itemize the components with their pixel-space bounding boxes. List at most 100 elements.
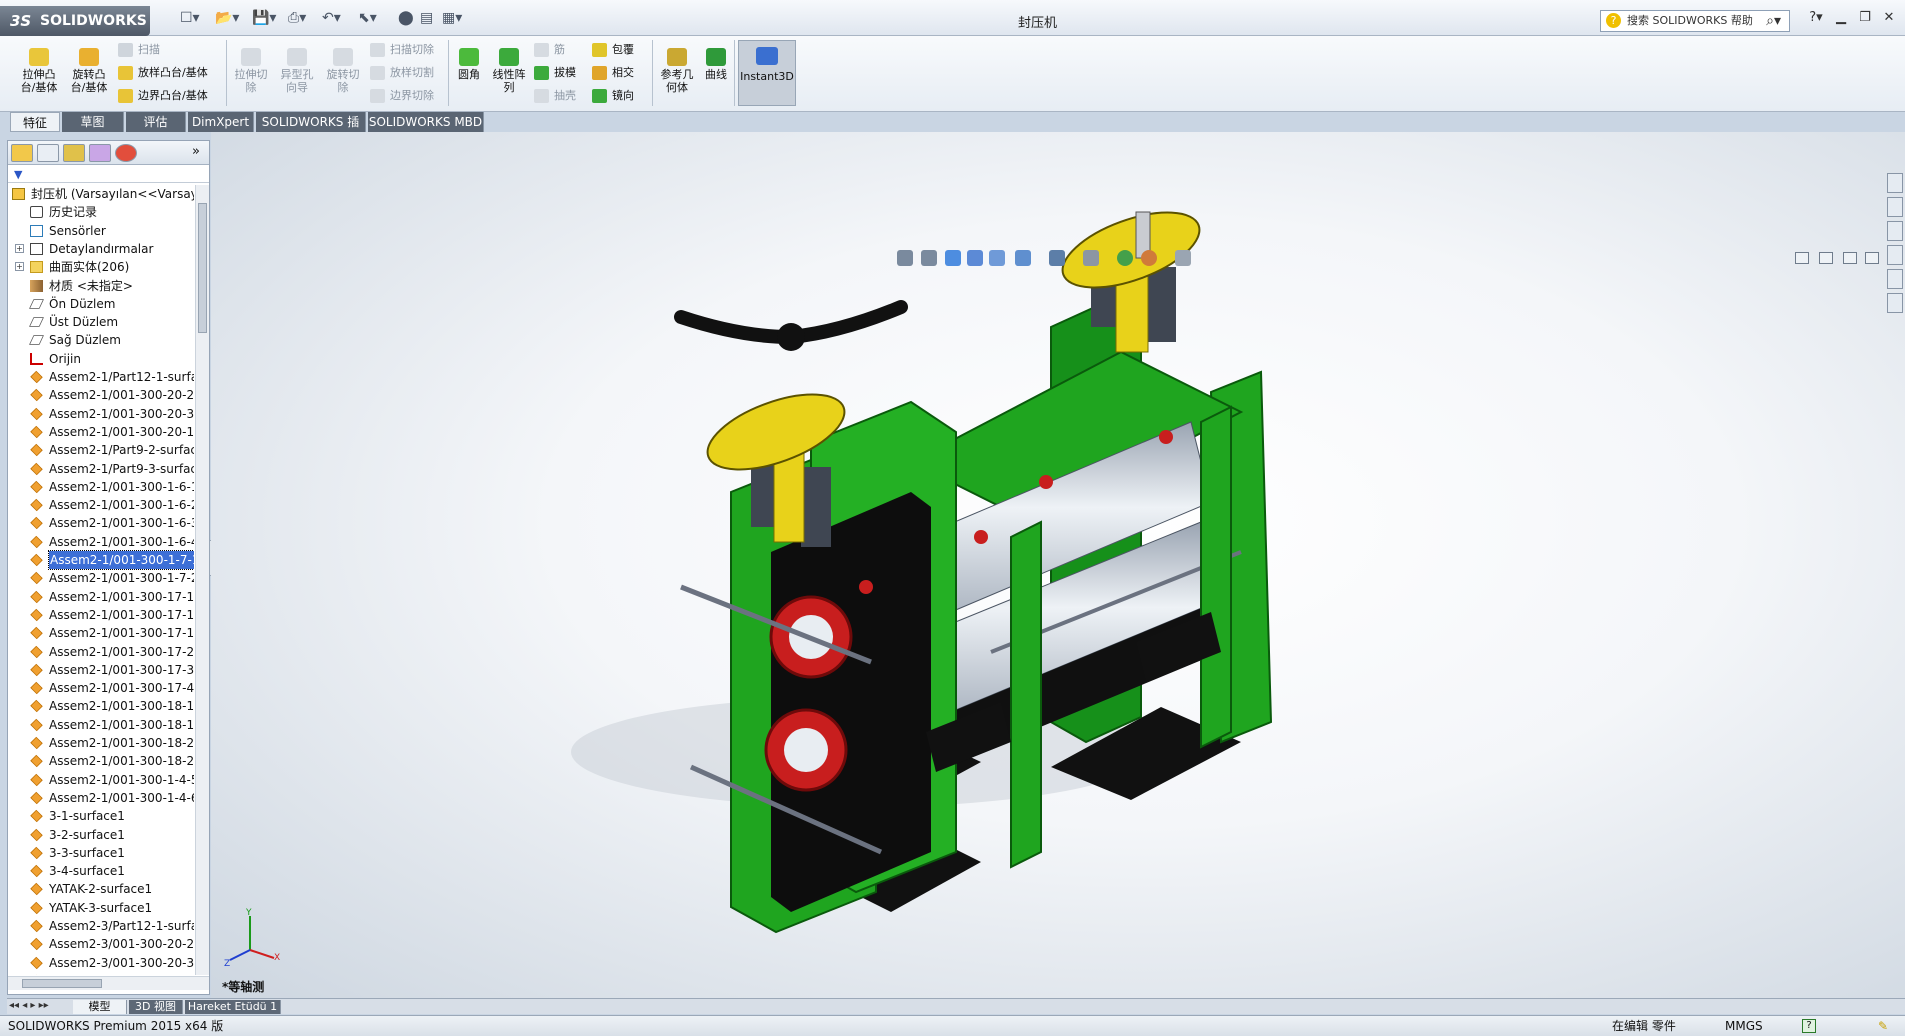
tree-item[interactable]: Assem2-1/Part12-1-surfa	[8, 368, 194, 386]
scroll-thumb[interactable]	[22, 979, 102, 988]
tab-solidworks-addins[interactable]: SOLIDWORKS 插件	[256, 112, 366, 149]
tree-item[interactable]: Assem2-1/001-300-20-2-	[8, 386, 194, 404]
tree-item[interactable]: Assem2-1/001-300-1-6-2	[8, 496, 194, 514]
viewport-split-icon[interactable]	[1795, 252, 1809, 264]
tree-item[interactable]: + Detaylandırmalar	[8, 240, 194, 258]
file-properties-icon[interactable]: ▤	[420, 10, 433, 30]
tree-item[interactable]: YATAK-3-surface1	[8, 899, 194, 917]
curves-button[interactable]: 曲线	[700, 48, 732, 81]
tab-evaluate[interactable]: 评估	[126, 112, 186, 132]
tree-item[interactable]: Assem2-1/001-300-1-6-1	[8, 478, 194, 496]
expand-toggle-icon[interactable]: +	[15, 243, 24, 253]
restore-icon[interactable]: ❐	[1854, 10, 1876, 30]
tab-scroll-arrows-icon[interactable]: ◂◂ ◂ ▸ ▸▸	[9, 1000, 49, 1011]
tree-item[interactable]: Assem2-1/001-300-17-3-	[8, 661, 194, 679]
save-icon[interactable]: 💾▾	[252, 10, 276, 30]
boundary-boss-button[interactable]: 边界凸台/基体	[116, 86, 208, 106]
tree-item[interactable]: Assem2-1/001-300-17-2-	[8, 643, 194, 661]
mirror-button[interactable]: 镜向	[590, 86, 634, 106]
file-explorer-icon[interactable]	[1887, 221, 1903, 241]
rebuild-icon[interactable]: ⬤	[398, 10, 414, 30]
expand-toggle-icon[interactable]: +	[15, 262, 24, 272]
wrap-button[interactable]: 包覆	[590, 40, 634, 60]
zoom-to-area-icon[interactable]	[921, 250, 937, 266]
tree-root[interactable]: 封压机 (Varsayılan<<Varsay	[8, 185, 194, 203]
tree-item[interactable]: Assem2-1/001-300-17-1-	[8, 606, 194, 624]
viewport-restore-icon[interactable]	[1865, 252, 1879, 264]
tree-item[interactable]: Assem2-3/001-300-20-2-	[8, 935, 194, 953]
tree-vertical-scrollbar[interactable]	[195, 185, 209, 975]
select-icon[interactable]: ⬉▾	[358, 10, 377, 30]
tree-item[interactable]: Assem2-1/001-300-17-1-	[8, 588, 194, 606]
shell-button[interactable]: 抽壳	[532, 86, 576, 106]
extrude-boss-button[interactable]: 拉伸凸台/基体	[16, 48, 62, 94]
tree-item[interactable]: Assem2-1/001-300-18-1-	[8, 697, 194, 715]
tree-item[interactable]: Assem2-1/001-300-18-2-	[8, 752, 194, 770]
expand-tabs-icon[interactable]: »	[192, 144, 200, 159]
section-view-icon[interactable]	[967, 250, 983, 266]
tab-motion-study[interactable]: Hareket Etüdü 1	[185, 1000, 281, 1014]
fillet-button[interactable]: 圆角	[452, 48, 486, 81]
view-settings-icon[interactable]	[1175, 250, 1191, 266]
tab-model[interactable]: 模型	[73, 1000, 127, 1014]
tree-item[interactable]: Ön Düzlem	[8, 295, 194, 313]
display-manager-tab-icon[interactable]	[115, 144, 137, 162]
intersect-button[interactable]: 相交	[590, 63, 634, 83]
extrude-cut-button[interactable]: 拉伸切除	[230, 48, 272, 94]
loft-cut-button[interactable]: 放样切割	[368, 63, 434, 83]
sweep-cut-button[interactable]: 扫描切除	[368, 40, 434, 60]
unit-system[interactable]: MMGS	[1725, 1016, 1763, 1036]
solidworks-resources-icon[interactable]	[1887, 173, 1903, 193]
print-icon[interactable]: ⎙▾	[288, 10, 306, 30]
tree-item[interactable]: Assem2-1/001-300-1-4-5	[8, 771, 194, 789]
tree-item[interactable]: Assem2-1/001-300-17-1-	[8, 624, 194, 642]
tree-item[interactable]: 3-2-surface1	[8, 826, 194, 844]
new-document-icon[interactable]: ☐▾	[180, 10, 200, 30]
tree-item[interactable]: Assem2-1/001-300-20-1-	[8, 423, 194, 441]
options-icon[interactable]: ▦▾	[442, 10, 462, 30]
tree-item[interactable]: Assem2-3/001-300-20-1-	[8, 972, 194, 975]
design-library-icon[interactable]	[1887, 197, 1903, 217]
help-status-icon[interactable]: ?	[1802, 1019, 1816, 1033]
tree-item[interactable]: Assem2-1/001-300-1-4-6	[8, 789, 194, 807]
tree-item[interactable]: Assem2-1/001-300-1-6-3	[8, 514, 194, 532]
hole-wizard-button[interactable]: 异型孔向导	[276, 48, 318, 94]
tree-item[interactable]: Assem2-1/Part9-3-surfac	[8, 460, 194, 478]
help-search-input[interactable]: ? 搜索 SOLIDWORKS 帮助 ⌕▾	[1600, 10, 1790, 32]
solidworks-logo[interactable]: 3S SOLIDWORKS	[0, 6, 150, 36]
property-manager-tab-icon[interactable]	[37, 144, 59, 162]
tree-item[interactable]: 3-1-surface1	[8, 807, 194, 825]
tree-item[interactable]: Sensörler	[8, 222, 194, 240]
dynamic-annotation-icon[interactable]	[989, 250, 1005, 266]
tree-item[interactable]: 材质 <未指定>	[8, 277, 194, 295]
tree-item[interactable]: Assem2-3/001-300-20-3-	[8, 954, 194, 972]
display-style-icon[interactable]	[1049, 250, 1065, 266]
tree-item[interactable]: Assem2-1/001-300-18-2-	[8, 734, 194, 752]
view-orientation-icon[interactable]	[1015, 250, 1031, 266]
previous-view-icon[interactable]	[945, 250, 961, 266]
help-icon[interactable]: ?▾	[1805, 10, 1827, 30]
scroll-thumb[interactable]	[198, 203, 207, 333]
search-icon[interactable]: ⌕▾	[1766, 11, 1781, 31]
revolve-boss-button[interactable]: 旋转凸台/基体	[66, 48, 112, 94]
edit-appearance-icon[interactable]	[1117, 250, 1133, 266]
tree-item[interactable]: Assem2-3/Part12-1-surfa	[8, 917, 194, 935]
appearances-icon[interactable]	[1887, 269, 1903, 289]
loft-boss-button[interactable]: 放样凸台/基体	[116, 63, 208, 83]
tree-item[interactable]: 历史记录	[8, 203, 194, 221]
hide-show-items-icon[interactable]	[1083, 250, 1099, 266]
tree-item[interactable]: 3-3-surface1	[8, 844, 194, 862]
view-palette-icon[interactable]	[1887, 245, 1903, 265]
minimize-icon[interactable]: ▁	[1830, 10, 1852, 30]
tab-sketch[interactable]: 草图	[62, 112, 124, 132]
viewport-minimize-icon[interactable]	[1843, 252, 1857, 264]
rebuild-status-icon[interactable]: ✎	[1878, 1016, 1888, 1036]
instant3d-button[interactable]: Instant3D	[738, 40, 796, 106]
close-icon[interactable]: ✕	[1878, 10, 1900, 30]
tab-features[interactable]: 特征	[10, 112, 60, 132]
configuration-manager-tab-icon[interactable]	[63, 144, 85, 162]
tree-item[interactable]: Assem2-1/001-300-20-3-	[8, 405, 194, 423]
custom-properties-icon[interactable]	[1887, 293, 1903, 313]
tree-horizontal-scrollbar[interactable]	[8, 976, 209, 990]
undo-icon[interactable]: ↶▾	[322, 10, 341, 30]
